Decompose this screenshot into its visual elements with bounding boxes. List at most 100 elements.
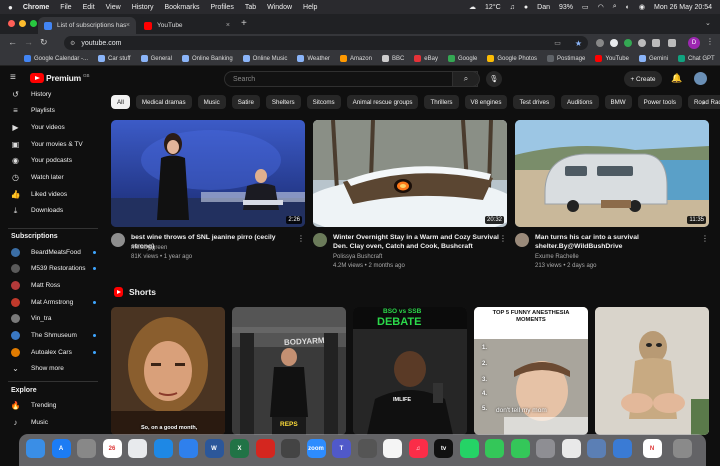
menu-history[interactable]: History: [132, 4, 154, 11]
extension-4-icon[interactable]: [638, 39, 646, 47]
headphones-icon[interactable]: ♫: [510, 4, 515, 11]
filter-chip[interactable]: Power tools: [637, 95, 682, 109]
bookmark-item[interactable]: Weather: [297, 55, 330, 62]
appletv-icon[interactable]: tv: [434, 439, 453, 458]
channel-avatar[interactable]: [111, 233, 125, 247]
user-icon[interactable]: ●: [524, 4, 528, 11]
system-settings-icon[interactable]: [536, 439, 555, 458]
music-app-icon[interactable]: ♫: [408, 439, 428, 458]
filter-chip[interactable]: Sitcoms: [306, 95, 341, 109]
sidebar-subscription[interactable]: Mat Armstrong: [0, 294, 102, 310]
channel-avatar[interactable]: [515, 233, 529, 247]
filter-chip[interactable]: Shelters: [265, 95, 301, 109]
quicktime-icon[interactable]: [612, 439, 632, 458]
channel-name[interactable]: Exume Rachelle: [535, 254, 579, 260]
bookmark-item[interactable]: General: [140, 55, 172, 62]
launchpad-icon[interactable]: [77, 439, 96, 458]
chips-next-arrow-icon[interactable]: ›: [702, 98, 705, 107]
close-tab-icon[interactable]: ×: [126, 22, 130, 29]
menubar-app-name[interactable]: Chrome: [23, 4, 49, 11]
search-input[interactable]: Search: [224, 71, 478, 87]
tab-subscriptions[interactable]: List of subscriptions has go ×: [38, 17, 136, 34]
excel-icon[interactable]: X: [230, 439, 249, 458]
spotlight-icon[interactable]: ⌕: [613, 3, 617, 11]
filter-chip[interactable]: V8 engines: [464, 95, 508, 109]
control-center-icon[interactable]: ◐: [626, 4, 630, 11]
calendar-icon[interactable]: 26: [102, 439, 122, 458]
bookmark-item[interactable]: Chat GPT: [678, 55, 715, 62]
calculator-icon[interactable]: [357, 439, 377, 458]
bookmark-item[interactable]: YouTube: [595, 55, 629, 62]
bookmark-item[interactable]: Google Photos: [487, 55, 537, 62]
sidebar-subscription[interactable]: BeardMeatsFood: [0, 244, 102, 260]
battery-icon[interactable]: ▭: [582, 3, 589, 11]
minimize-window-button[interactable]: [19, 20, 26, 27]
filter-chip[interactable]: Medical dramas: [135, 95, 192, 109]
bookmark-item[interactable]: BBC: [381, 55, 404, 62]
bookmark-item[interactable]: Online Banking: [181, 55, 233, 62]
word-icon[interactable]: W: [204, 439, 224, 458]
menu-edit[interactable]: Edit: [83, 4, 95, 11]
sidebar-item-playlists[interactable]: ≡ Playlists: [0, 103, 102, 119]
video-menu-icon[interactable]: ⋮: [297, 234, 305, 243]
url-text[interactable]: youtube.com: [81, 40, 121, 47]
forward-icon[interactable]: →: [24, 37, 33, 47]
reload-icon[interactable]: ↻: [40, 37, 48, 48]
short-thumbnail[interactable]: BODYARM REPS: [232, 307, 346, 435]
apple-logo-icon[interactable]: ●: [8, 3, 13, 12]
video-thumbnail[interactable]: 20:32: [313, 120, 507, 227]
bookmark-item[interactable]: Google: [447, 55, 477, 62]
search-button[interactable]: ⌕: [452, 71, 480, 87]
zoom-window-button[interactable]: [30, 20, 37, 27]
video-title[interactable]: Man turns his car into a survival shelte…: [535, 234, 701, 251]
extensions-puzzle-icon[interactable]: [652, 39, 660, 47]
side-panel-icon[interactable]: [668, 39, 676, 47]
filter-chip[interactable]: Thrillers: [424, 95, 459, 109]
address-bar[interactable]: ⚙ youtube.com ▭ ★: [64, 36, 588, 50]
menu-help[interactable]: Help: [303, 4, 317, 11]
preview-icon[interactable]: [561, 439, 581, 458]
tab-youtube[interactable]: YouTube ×: [138, 17, 236, 34]
menubar-user[interactable]: Dan: [537, 4, 550, 11]
chatgpt-icon[interactable]: [281, 439, 300, 458]
sidebar-subscription[interactable]: Autoalex Cars: [0, 344, 102, 360]
bookmark-item[interactable]: Online Music: [242, 55, 287, 62]
bookmark-star-icon[interactable]: ★: [575, 39, 582, 48]
voice-search-button[interactable]: 🎙: [486, 71, 502, 87]
sidebar-item-downloads[interactable]: ⤓ Downloads: [0, 203, 102, 219]
sidebar-item-trending[interactable]: 🔥 Trending: [0, 398, 102, 414]
filter-chip[interactable]: Music: [197, 95, 226, 109]
bookmark-item[interactable]: Car stuff: [98, 55, 131, 62]
filter-chip[interactable]: BMW: [604, 95, 632, 109]
channel-name[interactable]: Polissya Bushcraft: [333, 254, 382, 260]
bookmark-item[interactable]: Amazon: [339, 55, 372, 62]
video-title[interactable]: Winter Overnight Stay in a Warm and Cozy…: [333, 234, 499, 251]
teams-icon[interactable]: T: [332, 439, 351, 458]
sidebar-item-music[interactable]: ♪ Music: [0, 415, 102, 431]
subscriptions-heading[interactable]: Subscriptions: [11, 233, 58, 240]
menu-view[interactable]: View: [106, 4, 121, 11]
chrome-icon[interactable]: [128, 439, 147, 458]
channel-avatar[interactable]: [313, 233, 327, 247]
bookmark-item[interactable]: eBay: [414, 55, 438, 62]
bookmark-item[interactable]: Google Calendar -...: [24, 55, 88, 62]
filter-chip[interactable]: Satire: [231, 95, 260, 109]
notifications-bell-icon[interactable]: 🔔: [671, 73, 682, 84]
sidebar-item-watch-later[interactable]: ◷ Watch later: [0, 170, 102, 186]
extension-3-icon[interactable]: [624, 39, 632, 47]
channel-name[interactable]: melody green: [131, 245, 167, 251]
short-thumbnail[interactable]: [595, 307, 709, 435]
tab-search-icon[interactable]: ⌄: [705, 19, 711, 27]
safari-icon[interactable]: [153, 439, 173, 458]
filter-chip[interactable]: All: [111, 95, 130, 109]
bookmark-item[interactable]: Postimage: [547, 55, 585, 62]
menu-profiles[interactable]: Profiles: [210, 4, 233, 11]
sidebar-item-your-videos[interactable]: ▶ Your videos: [0, 119, 102, 135]
facetime-icon[interactable]: [485, 439, 504, 458]
account-avatar[interactable]: [694, 72, 707, 85]
sidebar-subscription[interactable]: The Shmuseum: [0, 328, 102, 344]
mail-icon[interactable]: [179, 439, 198, 458]
sidebar-item-liked[interactable]: 👍 Liked videos: [0, 186, 102, 202]
short-thumbnail[interactable]: So, on a good month,: [111, 307, 225, 435]
extension-1-icon[interactable]: [596, 39, 604, 47]
